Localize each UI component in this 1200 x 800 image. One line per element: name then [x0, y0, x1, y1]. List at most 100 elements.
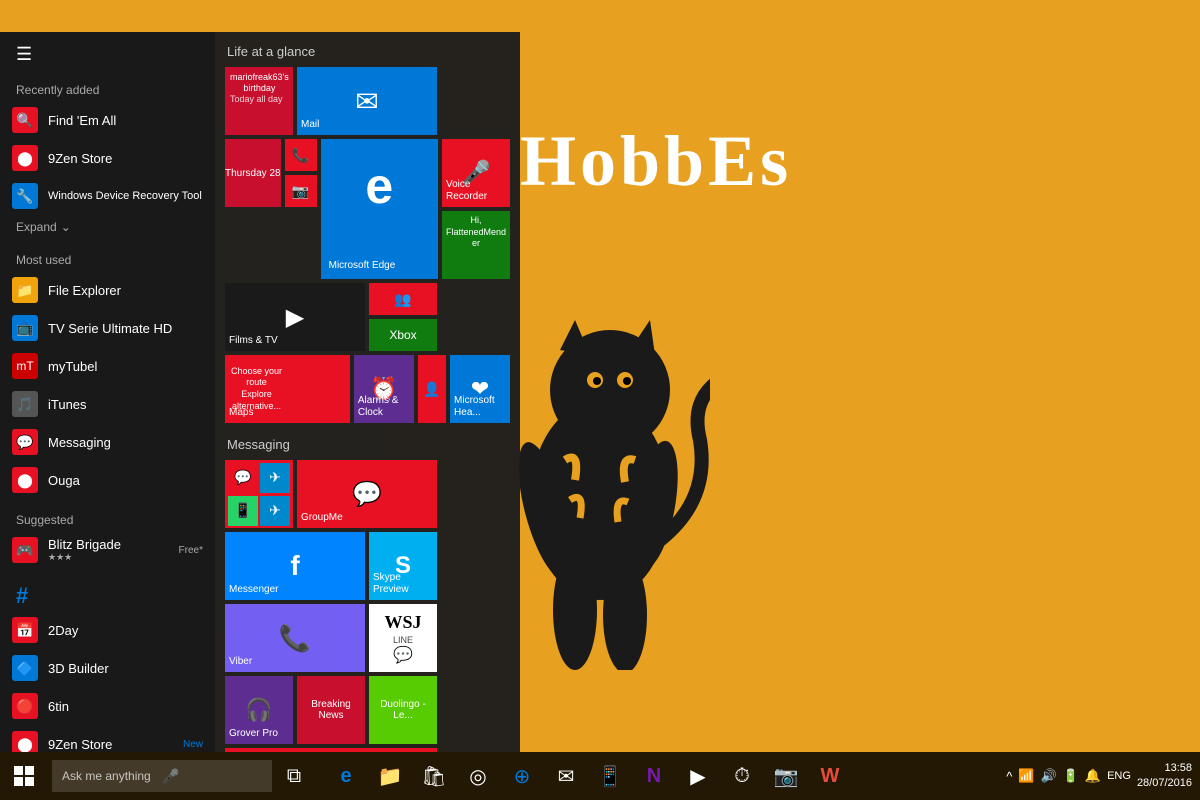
tile-thursday[interactable]: Thursday 28: [225, 139, 281, 207]
tile-mail[interactable]: ✉ Mail: [297, 67, 437, 135]
taskbar-camera-icon: 📷: [774, 764, 799, 789]
app-mytubel[interactable]: mT myTubel: [0, 347, 215, 385]
network-icon[interactable]: 📶: [1018, 768, 1034, 784]
tile-films[interactable]: ▶ Films & TV: [225, 283, 365, 351]
systray-clock[interactable]: 13:58 28/07/2016: [1137, 761, 1192, 792]
tiger-silhouette: [490, 220, 710, 670]
tile-xbox[interactable]: Xbox: [369, 319, 437, 351]
messenger-label: Messenger: [229, 584, 278, 596]
wsj-logo: WSJ: [384, 612, 421, 633]
tile-msg1-icon: 💬: [228, 463, 258, 493]
taskbar-mail[interactable]: ✉: [544, 752, 588, 800]
tile-wsj-line[interactable]: WSJ LINE 💬: [369, 604, 437, 672]
app-icon-ouga: ⬤: [12, 467, 38, 493]
app-6tin[interactable]: 🔴 6tin: [0, 687, 215, 725]
tile-viber[interactable]: 📞 Viber: [225, 604, 365, 672]
expand-chevron: ⌄: [61, 220, 71, 234]
tile-people[interactable]: 👥: [369, 283, 437, 315]
green-msg-text: Hi,FlattenedMender: [446, 215, 506, 250]
taskbar-edge[interactable]: e: [324, 752, 368, 800]
battery-icon[interactable]: 🔋: [1063, 768, 1079, 784]
tile-birthday[interactable]: mariofreak63'sbirthday Today all day: [225, 67, 293, 135]
app-blitz-brigade[interactable]: 🎮 Blitz Brigade ★★★ Free*: [0, 531, 215, 569]
app-ouga[interactable]: ⬤ Ouga: [0, 461, 215, 499]
tile-edge[interactable]: e Microsoft Edge: [321, 139, 438, 279]
blitz-stars: ★★★: [48, 552, 179, 563]
edge-icon: e: [365, 157, 393, 215]
tile-alarm[interactable]: ⏰ Alarms & Clock: [354, 355, 414, 423]
taskbar-whatsapp[interactable]: 📱: [588, 752, 632, 800]
tile-msg-small-group[interactable]: 💬 ✈ 📱 ✈: [225, 460, 293, 528]
app-label-tvserie: TV Serie Ultimate HD: [48, 321, 172, 336]
app-label-3dbuilder: 3D Builder: [48, 661, 109, 676]
app-icon-mytubel: mT: [12, 353, 38, 379]
taskbar-clock-app-icon: ⏱: [734, 765, 750, 788]
app-label-messaging: Messaging: [48, 435, 111, 450]
taskbar-clock-app[interactable]: ⏱: [720, 752, 764, 800]
app-winrecovery[interactable]: 🔧 Windows Device Recovery Tool: [0, 177, 215, 215]
tile-person-sm[interactable]: 👤: [418, 355, 446, 423]
thursday-label: Thursday 28: [225, 168, 281, 179]
volume-icon[interactable]: 🔊: [1041, 768, 1057, 784]
taskbar-camera[interactable]: 📷: [764, 752, 808, 800]
tile-grover[interactable]: 🎧 Grover Pro: [225, 676, 293, 744]
expand-button[interactable]: Expand ⌄: [0, 215, 215, 239]
tile-green-msg[interactable]: Hi,FlattenedMender: [442, 211, 510, 279]
taskbar-explorer[interactable]: 📁: [368, 752, 412, 800]
app-icon-messaging: 💬: [12, 429, 38, 455]
tile-duolingo[interactable]: Duolingo - Le...: [369, 676, 437, 744]
people-icon: 👥: [394, 291, 411, 308]
notification-icon[interactable]: 🔔: [1085, 768, 1101, 784]
taskbar-explorer-icon: 📁: [378, 764, 403, 789]
app-find-em-all[interactable]: 🔍 Find 'Em All: [0, 101, 215, 139]
app-label-winrecovery: Windows Device Recovery Tool: [48, 190, 202, 202]
tile-groupme[interactable]: 💬 GroupMe: [297, 460, 437, 528]
app-itunes[interactable]: 🎵 iTunes: [0, 385, 215, 423]
grover-icon: 🎧: [245, 697, 272, 723]
tile-voice[interactable]: 🎤 Voice Recorder: [442, 139, 510, 207]
app-file-explorer[interactable]: 📁 File Explorer: [0, 271, 215, 309]
app-9zen[interactable]: ⬤ 9Zen Store: [0, 139, 215, 177]
tile-mshealth[interactable]: ❤ Microsoft Hea...: [450, 355, 510, 423]
taskbar-mail-icon: ✉: [558, 764, 575, 789]
tile-skype[interactable]: S Skype Preview: [369, 532, 437, 600]
tile-breaking[interactable]: Breaking News: [297, 676, 365, 744]
tile-messenger[interactable]: f Messenger: [225, 532, 365, 600]
photos-sm-icon: 📷: [292, 183, 309, 200]
search-placeholder: Ask me anything: [62, 769, 162, 783]
tile-whatsapp-icon: 📱: [228, 496, 258, 526]
phone-sm-icon: 📞: [292, 147, 309, 164]
tile-photos-sm[interactable]: 📷: [285, 175, 317, 207]
app-label-2day: 2Day: [48, 623, 78, 638]
start-button[interactable]: [0, 752, 48, 800]
app-2day[interactable]: 📅 2Day: [0, 611, 215, 649]
app-messaging[interactable]: 💬 Messaging: [0, 423, 215, 461]
alpha-hash: #: [0, 577, 215, 611]
app-icon-find-em-all: 🔍: [12, 107, 38, 133]
most-used-label: Most used: [0, 247, 215, 271]
taskbar-ie-icon: ⊕: [514, 764, 531, 789]
app-icon-blitz: 🎮: [12, 537, 38, 563]
taskbar-chrome[interactable]: ◎: [456, 752, 500, 800]
hamburger-button[interactable]: ☰: [0, 32, 215, 77]
app-label-find-em-all: Find 'Em All: [48, 113, 116, 128]
show-hidden-button[interactable]: ^: [1006, 769, 1012, 784]
taskbar-media[interactable]: ▶: [676, 752, 720, 800]
taskbar-search[interactable]: Ask me anything 🎤: [52, 760, 272, 792]
taskbar-onenote[interactable]: N: [632, 752, 676, 800]
taskbar-taskview[interactable]: ⧉: [272, 752, 316, 800]
taskbar-store[interactable]: 🛍: [412, 752, 456, 800]
app-3d-builder[interactable]: 🔷 3D Builder: [0, 649, 215, 687]
app-tv-serie[interactable]: 📺 TV Serie Ultimate HD: [0, 309, 215, 347]
app-label-explorer: File Explorer: [48, 283, 121, 298]
birthday-text: mariofreak63'sbirthday: [230, 72, 289, 94]
mail-icon: ✉: [355, 85, 378, 118]
viber-label: Viber: [229, 656, 252, 668]
taskbar-ie[interactable]: ⊕: [500, 752, 544, 800]
app-9zen-alpha[interactable]: ⬤ 9Zen Store New: [0, 725, 215, 752]
taskbar-office[interactable]: W: [808, 752, 852, 800]
taskbar: Ask me anything 🎤 ⧉ e 📁 🛍 ◎ ⊕ ✉ 📱 N: [0, 752, 1200, 800]
tile-maps[interactable]: Choose yourrouteExplorealternative... Ma…: [225, 355, 350, 423]
tile-phone-sm[interactable]: 📞: [285, 139, 317, 171]
duolingo-label: Duolingo - Le...: [369, 695, 437, 725]
